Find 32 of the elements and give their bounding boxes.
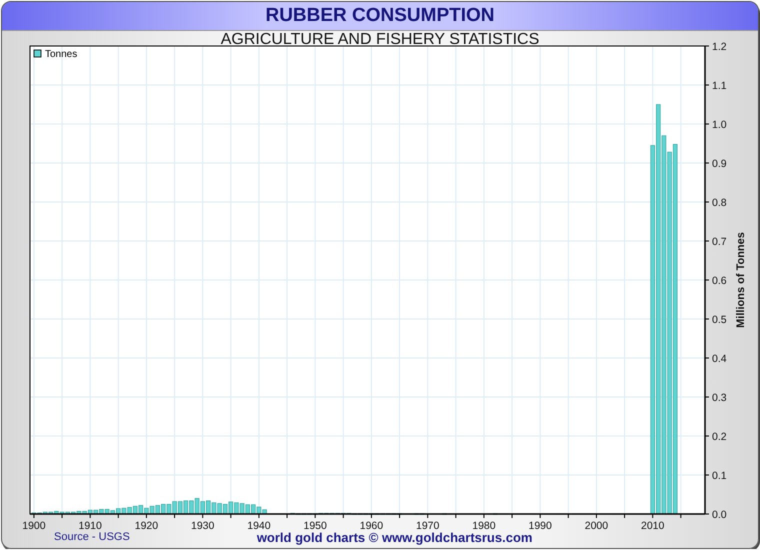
x-tick-label: 2000 [584,520,608,532]
y-axis-label: Millions of Tonnes [735,232,747,328]
chart-subtitle: AGRICULTURE AND FISHERY STATISTICS [220,31,540,47]
x-tick-label: 1950 [304,520,327,532]
credit-line: world gold charts © www.goldchartsrus.com [256,530,532,544]
source-note: Source - USGS [54,531,130,543]
y-tick-label: 1.2 [712,41,727,53]
legend-label: Tonnes [45,49,78,60]
x-tick-label: 1900 [22,520,46,532]
y-tick-label: 0.4 [712,353,727,365]
chart-title: RUBBER CONSUMPTION [265,5,495,27]
x-tick-label: 1990 [528,520,552,532]
y-tick-label: 0.1 [712,470,727,482]
x-tick-label: 1930 [191,520,214,532]
y-tick-label: 0.9 [712,158,727,170]
y-tick-label: 0.2 [712,431,727,443]
y-tick-label: 0.8 [712,197,727,209]
x-tick-label: 1970 [416,520,440,532]
x-tick-label: 1910 [78,520,102,532]
y-tick-label: 1.0 [712,119,727,131]
y-tick-label: 1.1 [712,80,727,92]
y-tick-label: 0.6 [712,275,727,287]
y-tick-label: 0.7 [712,236,727,248]
legend: Tonnes [34,49,78,60]
x-tick-label: 1980 [472,520,496,532]
y-tick-label: 0.0 [712,509,727,521]
y-tick-label: 0.5 [712,314,727,326]
x-tick-label: 1920 [134,520,158,532]
y-tick-label: 0.3 [712,392,727,404]
x-tick-label: 1960 [360,520,384,532]
x-tick-label: 2010 [641,520,664,532]
x-tick-label: 1940 [247,520,271,532]
